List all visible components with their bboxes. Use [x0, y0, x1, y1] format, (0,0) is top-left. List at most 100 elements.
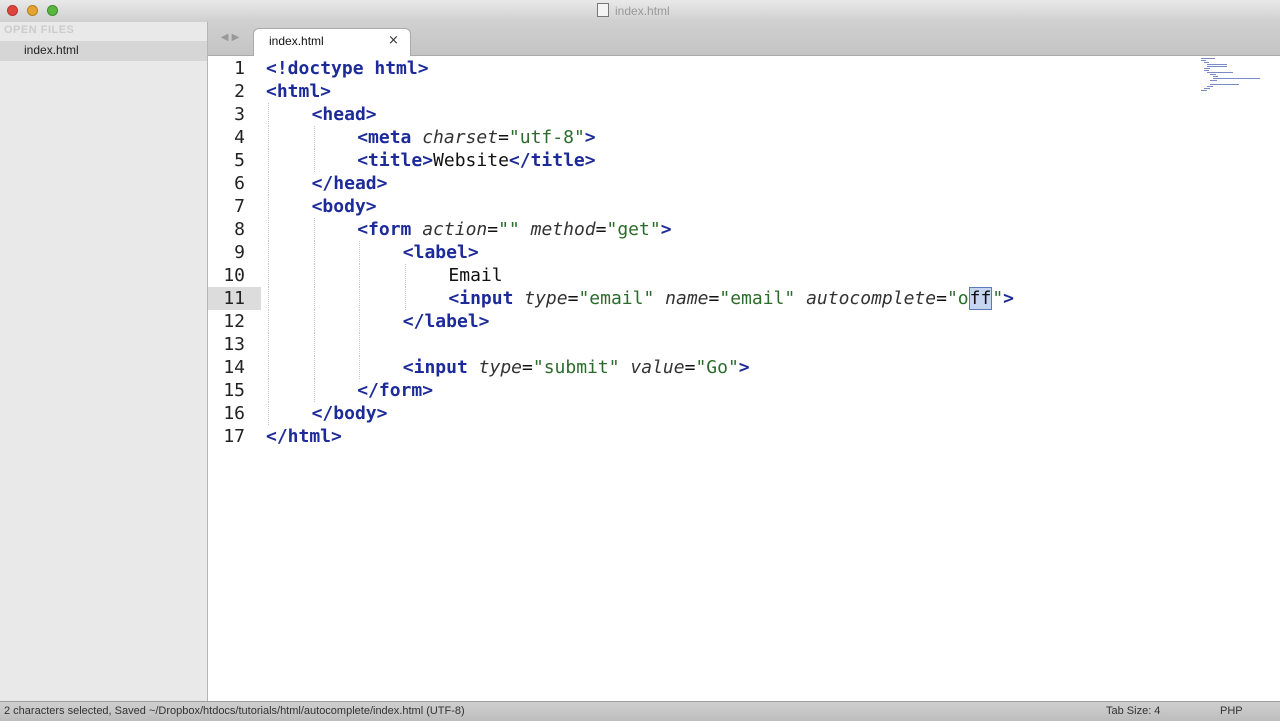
code-token: "o: [946, 288, 969, 309]
line-number: 16: [223, 403, 245, 424]
document-icon: [597, 3, 609, 17]
minimap-line: [1207, 66, 1227, 67]
minimap-line: [1210, 80, 1218, 81]
code-token: =: [708, 288, 720, 309]
code-token: type: [478, 357, 523, 378]
code-line[interactable]: <input type="email" name="email" autocom…: [448, 287, 1014, 310]
indent-guide: [404, 287, 406, 310]
code-token: <: [266, 58, 277, 79]
code-line[interactable]: </head>: [312, 172, 388, 195]
code-line[interactable]: <body>: [312, 195, 377, 218]
sidebar-file-item[interactable]: index.html: [0, 41, 207, 61]
code-line[interactable]: </label>: [403, 310, 490, 333]
minimap-line: [1204, 70, 1210, 71]
window-title-text: index.html: [615, 4, 670, 18]
code-token: Email: [448, 265, 503, 286]
code-token: <html>: [266, 81, 332, 102]
minimap-line: [1201, 90, 1208, 91]
code-token: <meta: [357, 127, 423, 148]
code-line[interactable]: </html>: [266, 425, 342, 448]
window-title: index.html: [597, 3, 670, 18]
code-token: Website: [433, 150, 509, 171]
code-token: </title>: [508, 150, 596, 171]
minimap-line: [1204, 62, 1210, 63]
code-line[interactable]: <title>Website</title>: [357, 149, 595, 172]
tab-close-icon[interactable]: ×: [388, 33, 399, 48]
code-line[interactable]: <label>: [403, 241, 479, 264]
code-token: <input: [402, 357, 479, 378]
code-token: value: [630, 357, 685, 378]
code-token: type: [524, 288, 568, 309]
code-token: "get": [606, 219, 661, 240]
indent-guide: [313, 218, 315, 241]
indent-guide: [268, 287, 269, 310]
code-token: autocomplete: [806, 288, 937, 309]
syntax-selector[interactable]: PHP: [1220, 705, 1243, 717]
code-token: >: [660, 219, 672, 240]
line-number: 7: [234, 196, 245, 217]
indent-guide: [313, 333, 315, 356]
minimap[interactable]: [1201, 58, 1265, 94]
minimap-line: [1210, 74, 1217, 75]
line-number: 3: [234, 104, 245, 125]
indent-guide: [313, 264, 315, 287]
code-token: <title>: [357, 150, 434, 171]
code-line[interactable]: <meta charset="utf-8">: [357, 126, 595, 149]
code-line[interactable]: <input type="submit" value="Go">: [403, 356, 750, 379]
tab-index-html[interactable]: index.html ×: [253, 28, 411, 57]
line-number: 14: [223, 357, 245, 378]
code-line[interactable]: <html>: [266, 80, 331, 103]
close-window-button[interactable]: [7, 5, 18, 16]
line-number: 10: [223, 265, 245, 286]
status-message: 2 characters selected, Saved ~/Dropbox/h…: [4, 705, 465, 717]
minimap-line: [1204, 88, 1211, 89]
code-line[interactable]: <!doctype html>: [266, 57, 429, 80]
code-token: "Go": [695, 357, 739, 378]
code-token: =: [487, 219, 499, 240]
indent-guide: [313, 126, 315, 149]
line-number: 17: [223, 426, 245, 447]
code-token: !doctype html: [276, 58, 418, 79]
minimap-line: [1207, 86, 1214, 87]
minimize-window-button[interactable]: [27, 5, 38, 16]
status-bar: 2 characters selected, Saved ~/Dropbox/h…: [0, 701, 1280, 721]
indent-guide: [313, 379, 315, 402]
maximize-window-button[interactable]: [47, 5, 58, 16]
code-token: =: [595, 219, 607, 240]
code-editor[interactable]: 1 2 3 4 5 6 7 8 9 10 11 12 13 14 15 16 17 <!doctype html…: [208, 56, 1280, 701]
code-token: action: [422, 219, 488, 240]
code-token: "utf-8": [508, 127, 585, 148]
line-number: 4: [234, 127, 245, 148]
line-number: 13: [223, 334, 245, 355]
indent-guide: [313, 310, 315, 333]
code-line[interactable]: </form>: [357, 379, 433, 402]
code-line[interactable]: Email: [448, 264, 502, 287]
indent-guide: [359, 264, 361, 287]
indent-guide: [268, 126, 269, 149]
indent-guide: [268, 103, 269, 126]
code-token: >: [417, 58, 429, 79]
selected-text: ff: [968, 287, 993, 310]
code-token: "email": [578, 288, 655, 309]
tab-scroll-arrows-icon[interactable]: ◀ ▶: [208, 32, 252, 43]
code-line[interactable]: <head>: [312, 103, 377, 126]
indent-guide: [404, 264, 406, 287]
tab-size-selector[interactable]: Tab Size: 4: [1106, 705, 1160, 717]
indent-guide: [268, 149, 269, 172]
indent-guide: [268, 310, 269, 333]
indent-guide: [268, 356, 269, 379]
indent-guide: [359, 287, 361, 310]
code-token: =: [684, 357, 696, 378]
code-line[interactable]: <form action="" method="get">: [357, 218, 671, 241]
indent-guide: [268, 264, 269, 287]
code-token: ": [992, 288, 1004, 309]
indent-guide: [313, 287, 315, 310]
indent-guide: [268, 241, 269, 264]
line-number: 8: [234, 219, 245, 240]
code-line[interactable]: </body>: [312, 402, 388, 425]
line-number: 1: [234, 58, 245, 79]
code-token: method: [530, 219, 596, 240]
